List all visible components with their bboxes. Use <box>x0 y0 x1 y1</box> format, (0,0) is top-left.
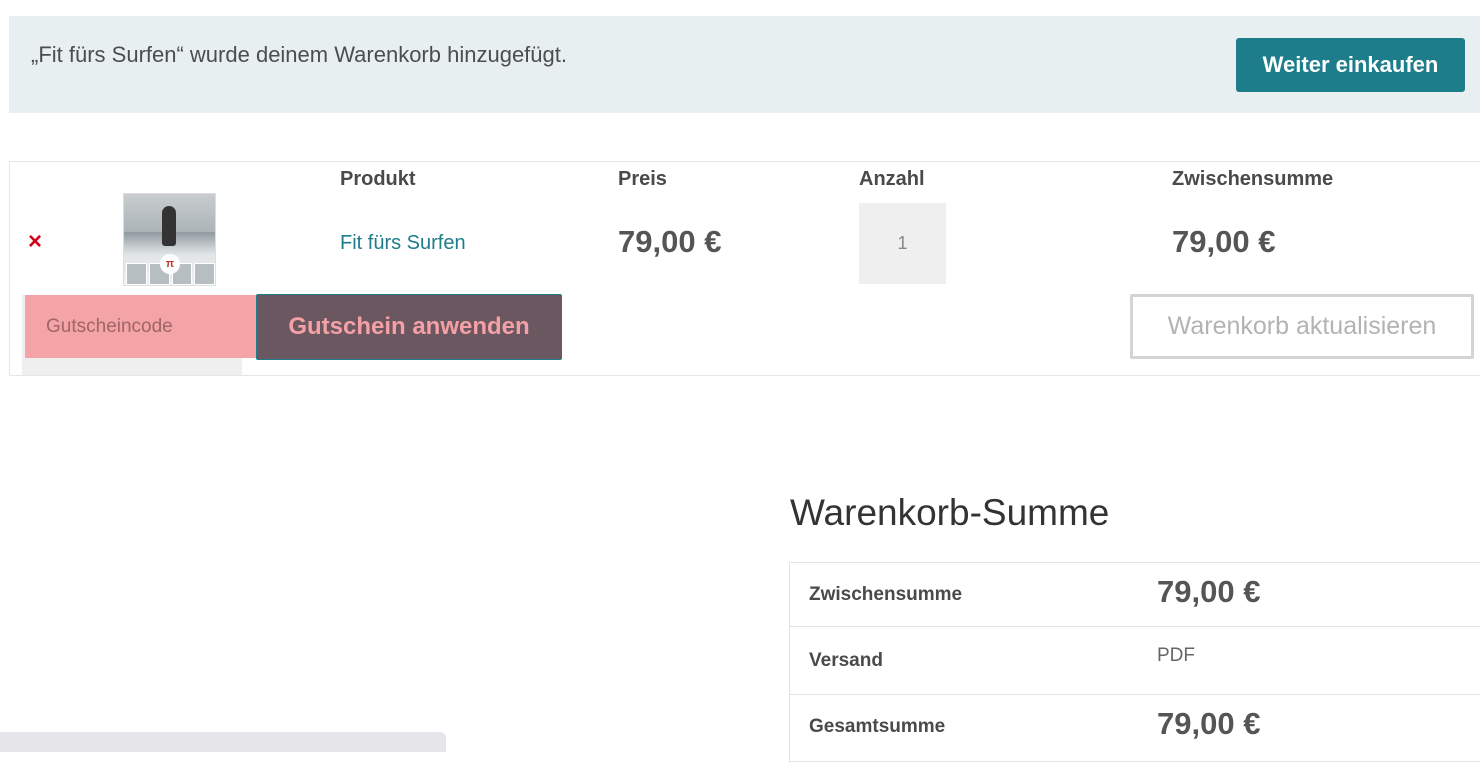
product-name-link[interactable]: Fit fürs Surfen <box>340 232 466 255</box>
apply-coupon-button[interactable]: Gutschein anwenden <box>256 294 562 360</box>
totals-shipping-label: Versand <box>809 650 883 671</box>
totals-subtotal-label: Zwischensumme <box>809 584 963 605</box>
header-subtotal: Zwischensumme <box>1172 168 1334 190</box>
item-price: 79,00 € <box>618 224 722 259</box>
header-price: Preis <box>618 168 667 190</box>
item-subtotal: 79,00 € <box>1172 224 1276 259</box>
thumbnail-badge-icon: π <box>160 254 180 274</box>
totals-divider <box>790 626 1480 627</box>
cart-totals-table: Zwischensumme 79,00 € Versand PDF Gesamt… <box>789 562 1480 762</box>
cart-totals-title: Warenkorb-Summe <box>790 492 1110 533</box>
header-product: Produkt <box>340 168 416 190</box>
totals-grand-label: Gesamtsumme <box>809 716 946 737</box>
update-cart-button[interactable]: Warenkorb aktualisieren <box>1130 294 1474 359</box>
totals-shipping-value: PDF <box>1157 645 1195 666</box>
remove-item-icon[interactable]: × <box>28 230 42 254</box>
product-thumbnail[interactable]: π <box>123 193 216 286</box>
header-quantity: Anzahl <box>859 168 925 190</box>
totals-divider <box>790 694 1480 695</box>
thumbnail-figure <box>162 206 176 246</box>
totals-grand-value: 79,00 € <box>1157 706 1261 741</box>
totals-subtotal-value: 79,00 € <box>1157 574 1261 609</box>
notice-message: „Fit fürs Surfen“ wurde deinem Warenkorb… <box>31 42 567 67</box>
coupon-code-input[interactable] <box>25 295 257 358</box>
continue-shopping-button[interactable]: Weiter einkaufen <box>1236 38 1465 92</box>
quantity-input[interactable] <box>859 203 946 284</box>
bottom-overlay-bar <box>0 732 446 752</box>
cart-notice: „Fit fürs Surfen“ wurde deinem Warenkorb… <box>9 16 1480 113</box>
